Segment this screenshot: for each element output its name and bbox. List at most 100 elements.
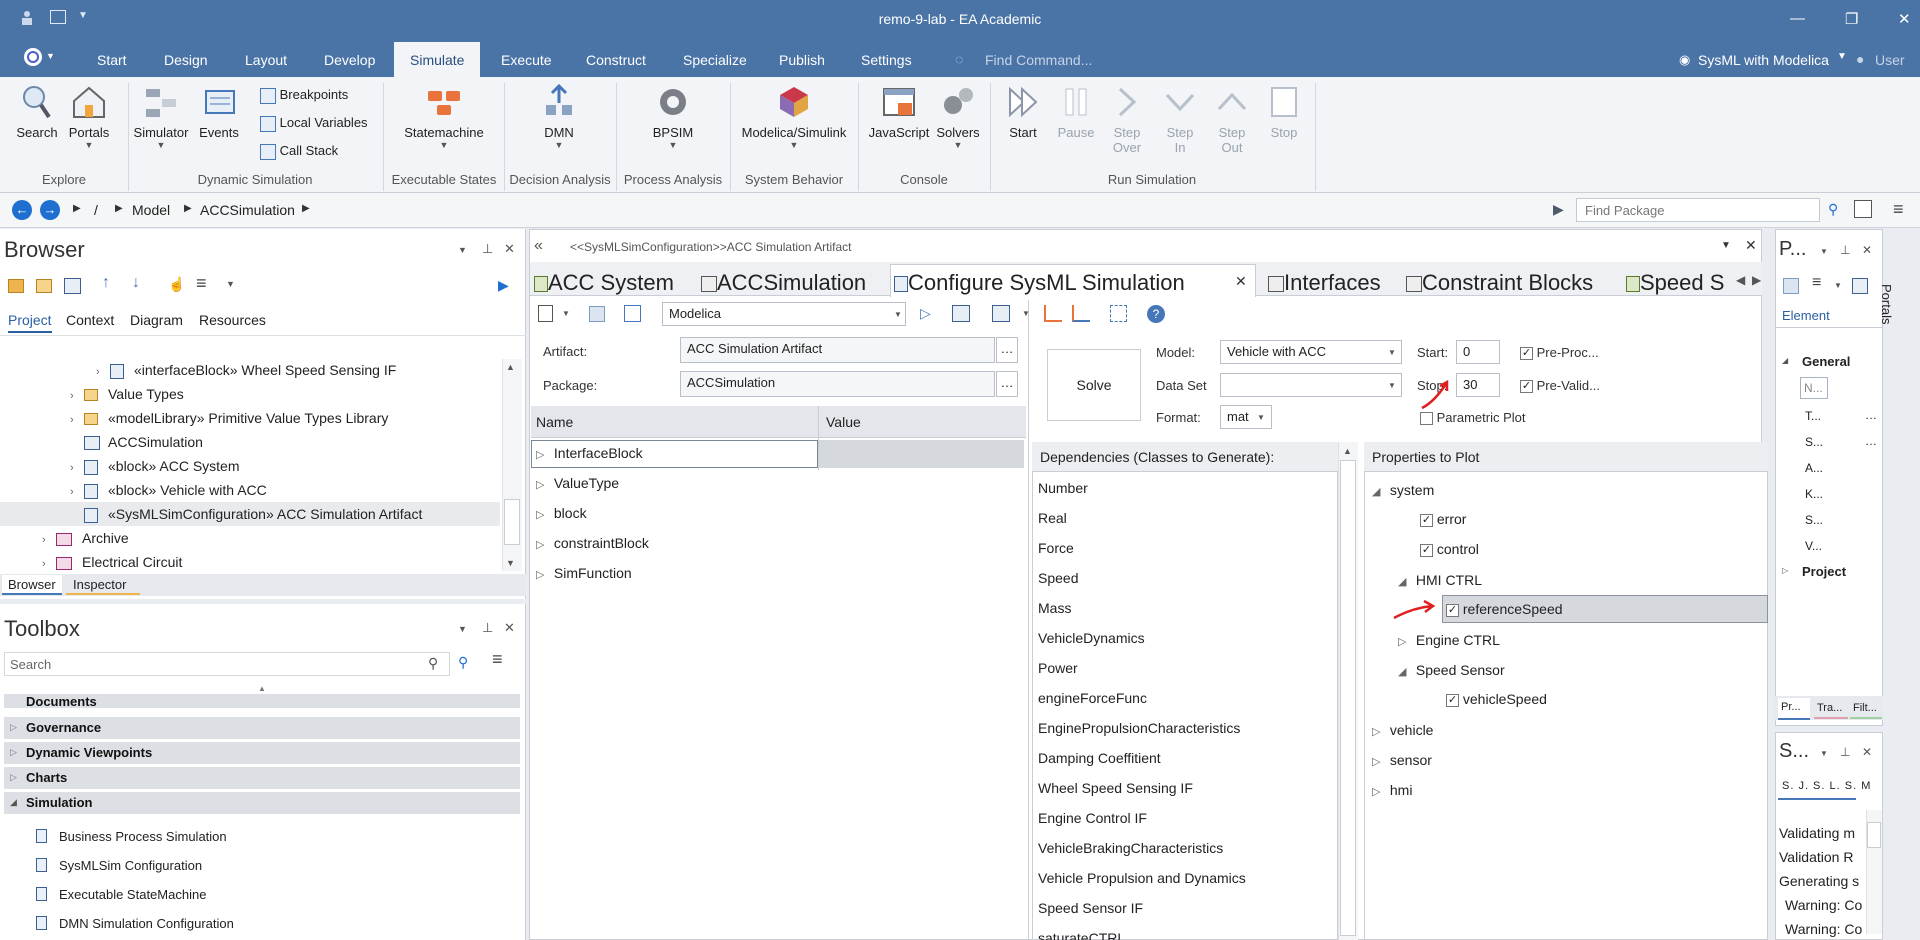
expand-icon[interactable]: › (42, 534, 56, 546)
tree-item-archive[interactable]: › Archive (42, 530, 129, 546)
tree-item-wheel-speed-if[interactable]: › «interfaceBlock» Wheel Speed Sensing IF (96, 362, 396, 379)
step-over-button[interactable]: Step Over (1107, 83, 1147, 155)
browser-menu-icon[interactable]: ≡ (196, 273, 207, 294)
expand-icon[interactable]: ▷ (536, 568, 550, 581)
parametric-plot-option[interactable]: Parametric Plot (1420, 410, 1526, 426)
browser-menu-dropdown-icon[interactable]: ▼ (226, 279, 235, 289)
tab-accsimulation[interactable]: ACCSimulation (701, 270, 866, 296)
collapse-icon[interactable]: ◢ (1372, 485, 1386, 498)
ea-menu-dropdown-icon[interactable]: ▼ (46, 51, 55, 61)
dataset-select[interactable] (1220, 373, 1402, 397)
reference-speed-checkbox[interactable]: ✓ (1446, 603, 1459, 617)
solve-button[interactable]: Solve (1047, 349, 1141, 421)
call-stack-button[interactable]: Call Stack (260, 143, 338, 160)
tree-item-electrical-circuit[interactable]: › Electrical Circuit (42, 554, 182, 570)
control-checkbox[interactable]: ✓ (1420, 543, 1433, 557)
grid-header-value[interactable]: Value (826, 414, 861, 430)
toolbox-group-dynamic-viewpoints[interactable]: Dynamic Viewpoints (4, 742, 520, 764)
scroll-thumb[interactable] (504, 499, 520, 545)
tab-settings[interactable]: Settings (861, 52, 912, 68)
play-icon[interactable]: ▶ (1553, 201, 1564, 218)
dependency-item[interactable]: Wheel Speed Sensing IF (1038, 780, 1193, 796)
tab-simulate[interactable]: Simulate (394, 42, 481, 77)
prop-hmi[interactable]: ▷ hmi (1372, 782, 1412, 798)
toolbox-menu-icon[interactable]: ≡ (492, 649, 503, 670)
local-variables-button[interactable]: Local Variables (260, 115, 368, 132)
toolbox-pin-icon[interactable]: ⊥ (482, 620, 493, 636)
toolbox-group-simulation[interactable]: Simulation (4, 792, 520, 814)
browser-dropdown-icon[interactable]: ▼ (458, 245, 467, 255)
generate-icon[interactable] (952, 305, 970, 322)
new-document-icon[interactable] (538, 305, 553, 322)
dependency-item[interactable]: Speed Sensor IF (1038, 900, 1143, 916)
artifact-field[interactable]: ACC Simulation Artifact (680, 337, 995, 363)
dependencies-scroll-up-icon[interactable]: ▲ (1343, 446, 1352, 456)
move-up-icon[interactable]: ↑ (102, 274, 110, 292)
step-out-button[interactable]: Step Out (1212, 83, 1252, 155)
prop-control[interactable]: ✓ control (1420, 541, 1479, 557)
minimize-icon[interactable]: — (1790, 10, 1805, 27)
bpsim-button[interactable]: BPSIM ▼ (648, 83, 698, 150)
find-command-input[interactable]: Find Command... (985, 52, 1092, 68)
toolbox-group-documents[interactable]: Documents (4, 694, 520, 708)
browser-expand-icon[interactable]: ▶ (498, 277, 509, 294)
dataset-dropdown-icon[interactable]: ▼ (1388, 381, 1396, 390)
help-icon[interactable]: ? (1147, 305, 1165, 323)
dependency-item[interactable]: Real (1038, 510, 1067, 526)
events-button[interactable]: Events (194, 83, 244, 140)
browser-tab-project[interactable]: Project (8, 312, 52, 333)
browser-pin-icon[interactable]: ⊥ (482, 241, 493, 257)
preproc-option[interactable]: ✓ Pre-Proc... (1520, 345, 1599, 361)
expand-icon[interactable]: › (70, 390, 84, 402)
tab-acc-system[interactable]: ACC System (534, 270, 674, 296)
start-button[interactable]: Start (1003, 83, 1043, 140)
toolbox-group-governance[interactable]: Governance (4, 717, 520, 739)
crumb-model[interactable]: Model (132, 202, 170, 218)
editor-dropdown-icon[interactable]: ▼ (1721, 240, 1731, 251)
tab-start[interactable]: Start (97, 52, 127, 68)
properties-save-icon[interactable] (1783, 278, 1799, 294)
browser-tab-diagram[interactable]: Diagram (130, 312, 183, 328)
hierarchy-expand-icon[interactable] (1072, 305, 1090, 322)
run-icon[interactable]: ▷ (920, 305, 931, 322)
expand-icon[interactable]: ▷ (1372, 785, 1386, 798)
back-icon[interactable]: ← (12, 200, 32, 220)
grid-row-simfunction[interactable]: ▷ SimFunction (536, 565, 632, 581)
toolbox-item-bp-simulation[interactable]: Business Process Simulation (36, 829, 227, 844)
simulation-dropdown-icon[interactable]: ▼ (1820, 749, 1828, 758)
expand-icon[interactable]: ▷ (1372, 725, 1386, 738)
dependency-item[interactable]: EnginePropulsionCharacteristics (1038, 720, 1240, 736)
expand-icon[interactable]: ▷ (536, 448, 550, 461)
properties-menu-dropdown-icon[interactable]: ▼ (1834, 281, 1842, 290)
parametric-plot-checkbox[interactable] (1420, 412, 1433, 426)
tree-item-vehicle-with-acc[interactable]: › «block» Vehicle with ACC (70, 482, 267, 499)
open-folder-icon[interactable] (36, 279, 52, 293)
properties-row-more[interactable]: … (1865, 408, 1877, 422)
find-package-search-icon[interactable]: ⚲ (1828, 201, 1838, 218)
tab-design[interactable]: Design (164, 52, 208, 68)
tab-execute[interactable]: Execute (501, 52, 552, 68)
editor-close-icon[interactable]: ✕ (1745, 237, 1757, 254)
collapse-icon[interactable]: ◢ (1398, 665, 1412, 678)
simulation-pin-icon[interactable]: ⊥ (1840, 745, 1850, 759)
tree-item-accsimulation[interactable]: ACCSimulation (84, 434, 203, 451)
simulation-tabs[interactable]: S. J. S. L. S. M (1782, 780, 1871, 792)
tab-develop[interactable]: Develop (324, 52, 375, 68)
bottom-tab-browser[interactable]: Browser (2, 575, 62, 595)
statemachine-button[interactable]: Statemachine ▼ (396, 83, 492, 150)
search-button[interactable]: Search (12, 83, 62, 140)
scroll-down-icon[interactable]: ▼ (506, 558, 515, 568)
collapse-icon[interactable]: ◢ (1398, 575, 1412, 588)
tree-item-primitive-library[interactable]: › «modelLibrary» Primitive Value Types Li… (70, 410, 388, 426)
simulation-close-icon[interactable]: ✕ (1862, 745, 1872, 759)
properties-tab-element[interactable]: Element (1782, 308, 1830, 323)
dmn-dropdown-icon[interactable]: ▼ (534, 140, 584, 150)
prop-reference-speed[interactable]: ✓ referenceSpeed (1446, 601, 1563, 617)
portals-side-tab[interactable]: Portals (1879, 232, 1918, 324)
browser-tab-resources[interactable]: Resources (199, 312, 266, 328)
properties-bottom-tab[interactable]: Filt... (1850, 699, 1882, 719)
expand-icon[interactable]: › (96, 366, 110, 378)
tab-specialize[interactable]: Specialize (683, 52, 747, 68)
dependencies-scroll-thumb[interactable] (1340, 460, 1356, 936)
error-checkbox[interactable]: ✓ (1420, 513, 1433, 527)
